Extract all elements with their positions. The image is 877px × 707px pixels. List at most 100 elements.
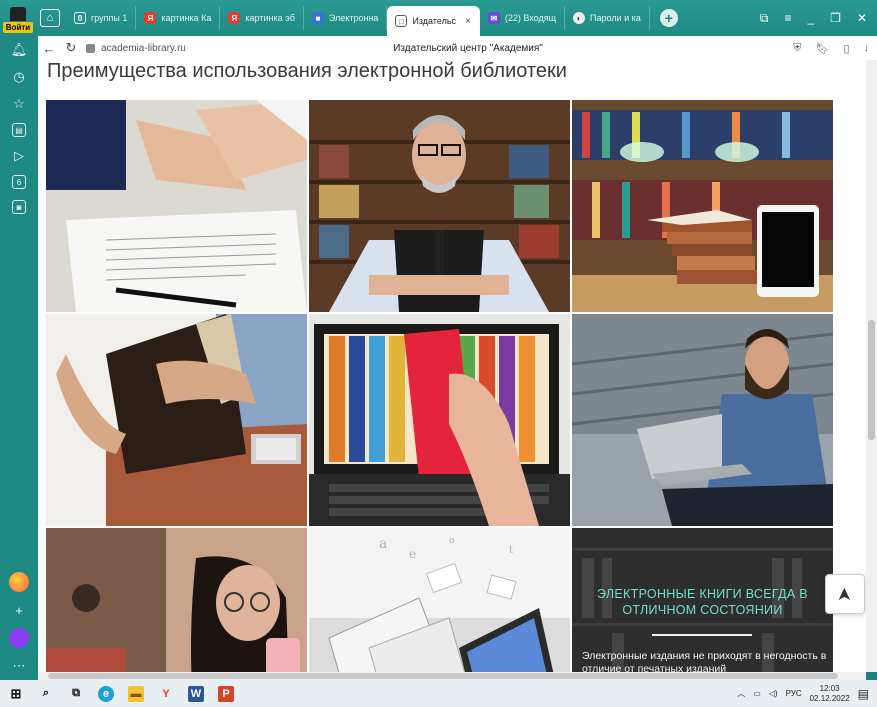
clock-date: 02.12.2022 bbox=[809, 693, 850, 703]
tile-body-text: Электронные издания не приходят в негодн… bbox=[582, 650, 827, 672]
yandex-icon: Я bbox=[144, 12, 157, 24]
scrollbar-thumb[interactable] bbox=[48, 673, 838, 679]
tab-passwords[interactable]: ◐ Пароли и ка bbox=[565, 6, 650, 30]
task-view-icon[interactable]: ⧉ bbox=[68, 686, 84, 702]
games-icon[interactable] bbox=[9, 572, 29, 592]
powerpoint-icon[interactable]: P bbox=[218, 685, 234, 702]
man-with-laptop-image bbox=[572, 314, 833, 526]
collections-icon[interactable]: ▤ bbox=[12, 123, 26, 137]
reader-icon[interactable]: ▯ bbox=[843, 42, 849, 55]
lock-icon bbox=[86, 43, 95, 53]
svg-text:a: a bbox=[379, 536, 387, 552]
mail-icon: ✉ bbox=[487, 12, 500, 24]
edge-icon[interactable]: e bbox=[98, 685, 114, 702]
tabs-view-icon[interactable]: ⧉ bbox=[760, 11, 769, 26]
close-tab-icon[interactable]: × bbox=[465, 16, 471, 27]
tab-label: Электронна bbox=[328, 13, 379, 23]
taskbar: ⊞ ⌕ ⧉ e ▬ Y W P ︿ ▭ ◁) РУС 12:03 02.12.2… bbox=[0, 680, 877, 707]
browser-sidebar: 🔔︎ ◷ ☆ ▤ ▷ 6 ◙ + ⋯ bbox=[0, 36, 38, 680]
file-explorer-icon[interactable]: ▬ bbox=[128, 685, 144, 702]
add-panel-icon[interactable]: + bbox=[11, 602, 27, 618]
word-icon[interactable]: W bbox=[188, 685, 204, 702]
alice-icon[interactable] bbox=[9, 628, 29, 648]
tab-inbox[interactable]: ✉ (22) Входящ bbox=[480, 6, 566, 30]
scroll-to-top-button[interactable]: ➤ bbox=[825, 574, 865, 614]
windows-start-icon[interactable]: ⊞ bbox=[8, 686, 24, 702]
scrollbar-thumb[interactable] bbox=[868, 320, 875, 440]
download-icon[interactable]: ↓ bbox=[864, 42, 870, 55]
address-bar: ← ↻ academia-library.ru Издательский цен… bbox=[38, 36, 877, 60]
home-icon[interactable]: ⌂ bbox=[40, 9, 60, 27]
network-icon[interactable]: ▭ bbox=[753, 689, 761, 698]
library-tablet-image bbox=[572, 100, 833, 312]
image-grid: a e t o ЭЛЕКТРОННЫЕ КНИГИ ВСЕГДА В ОТЛИЧ… bbox=[46, 100, 836, 672]
tile-heading: ЭЛЕКТРОННЫЕ КНИГИ ВСЕГДА В ОТЛИЧНОМ СОСТ… bbox=[597, 587, 808, 617]
section-heading: Преимущества использования электронной б… bbox=[47, 60, 567, 82]
volume-icon[interactable]: ◁) bbox=[769, 689, 778, 698]
library-icon: ■ bbox=[311, 12, 324, 24]
url-field[interactable]: academia-library.ru bbox=[86, 43, 186, 54]
book-in-pocket-image bbox=[46, 314, 307, 526]
vertical-scrollbar[interactable] bbox=[866, 60, 877, 672]
passwords-icon: ◐ bbox=[573, 12, 586, 24]
tab-electronic[interactable]: ■ Электронна bbox=[304, 6, 388, 30]
system-tray: ︿ ▭ ◁) РУС 12:03 02.12.2022 ▤ bbox=[737, 684, 877, 704]
tab-label: картинка Ка bbox=[161, 13, 212, 23]
ebooks-always-good-tile: ЭЛЕКТРОННЫЕ КНИГИ ВСЕГДА В ОТЛИЧНОМ СОСТ… bbox=[572, 528, 833, 672]
menu-icon[interactable]: ≡ bbox=[784, 11, 791, 26]
man-with-glasses-image bbox=[309, 100, 570, 312]
page-content: Преимущества использования электронной б… bbox=[38, 60, 866, 672]
tab-label: Пароли и ка bbox=[590, 13, 641, 23]
more-icon[interactable]: ⋯ bbox=[11, 658, 27, 674]
clock-time: 12:03 bbox=[819, 683, 840, 693]
minimize-icon[interactable]: _ bbox=[807, 11, 814, 26]
history-icon[interactable]: ◷ bbox=[11, 69, 27, 85]
six-icon[interactable]: 6 bbox=[12, 175, 26, 189]
tab-yandex-images-1[interactable]: Я картинка Ка bbox=[136, 6, 221, 30]
tab-favicon: 0 bbox=[74, 12, 86, 24]
tab-label: Издательс bbox=[412, 16, 457, 26]
screenshot-icon[interactable]: ◙ bbox=[12, 200, 26, 214]
laptop-books-image bbox=[309, 314, 570, 526]
arrow-up-icon: ➤ bbox=[834, 586, 855, 602]
close-window-icon[interactable]: ✕ bbox=[857, 11, 867, 26]
language-indicator[interactable]: РУС bbox=[786, 689, 802, 698]
yandex-browser-icon[interactable]: Y bbox=[158, 686, 174, 702]
window-controls: ⧉ ≡ _ ❐ ✕ bbox=[760, 11, 877, 26]
chevron-up-icon[interactable]: ︿ bbox=[737, 688, 745, 699]
horizontal-scrollbar[interactable] bbox=[38, 672, 866, 680]
clock[interactable]: 12:03 02.12.2022 bbox=[810, 684, 850, 704]
search-icon[interactable]: ⌕ bbox=[38, 686, 54, 702]
new-tab-button[interactable]: + bbox=[659, 9, 678, 27]
tab-label: (22) Входящ bbox=[504, 13, 557, 23]
back-icon[interactable]: ← bbox=[38, 41, 60, 56]
tab-groups[interactable]: 0 группы 1 bbox=[66, 6, 137, 30]
notifications-icon[interactable]: ▤ bbox=[858, 687, 869, 701]
sign-in-label: Войти bbox=[2, 22, 34, 33]
tab-publisher-active[interactable]: □ Издательс × bbox=[387, 6, 480, 36]
svg-text:e: e bbox=[409, 547, 416, 561]
girl-with-phone-image bbox=[46, 528, 307, 672]
play-icon[interactable]: ▷ bbox=[11, 148, 27, 164]
browser-tab-strip: Войти ⌂ 0 группы 1 Я картинка Ка Я карти… bbox=[0, 0, 877, 36]
sign-in-button[interactable]: Войти bbox=[0, 0, 36, 36]
svg-text:o: o bbox=[449, 536, 454, 546]
handshake-image bbox=[46, 100, 307, 312]
reload-icon[interactable]: ↻ bbox=[60, 40, 82, 56]
tab-yandex-images-2[interactable]: Я картинка эб bbox=[220, 6, 304, 30]
svg-text:t: t bbox=[509, 545, 513, 556]
tab-label: картинка эб bbox=[245, 13, 295, 23]
page-icon: □ bbox=[395, 15, 408, 27]
bookmark-icon[interactable]: 🔖︎ bbox=[815, 42, 829, 55]
protect-icon[interactable]: ⛨ bbox=[793, 42, 801, 55]
star-icon[interactable]: ☆ bbox=[11, 96, 27, 112]
tile-divider bbox=[652, 634, 752, 636]
tablet-flying-pages-image: a e t o bbox=[309, 528, 570, 672]
url-text: academia-library.ru bbox=[101, 42, 186, 54]
bell-icon[interactable]: 🔔︎ bbox=[11, 42, 28, 58]
maximize-icon[interactable]: ❐ bbox=[830, 11, 841, 26]
avatar-icon bbox=[10, 7, 26, 21]
yandex-icon: Я bbox=[228, 12, 241, 24]
tab-label: группы 1 bbox=[91, 13, 128, 23]
page-title: Издательский центр "Академия" bbox=[393, 42, 543, 54]
